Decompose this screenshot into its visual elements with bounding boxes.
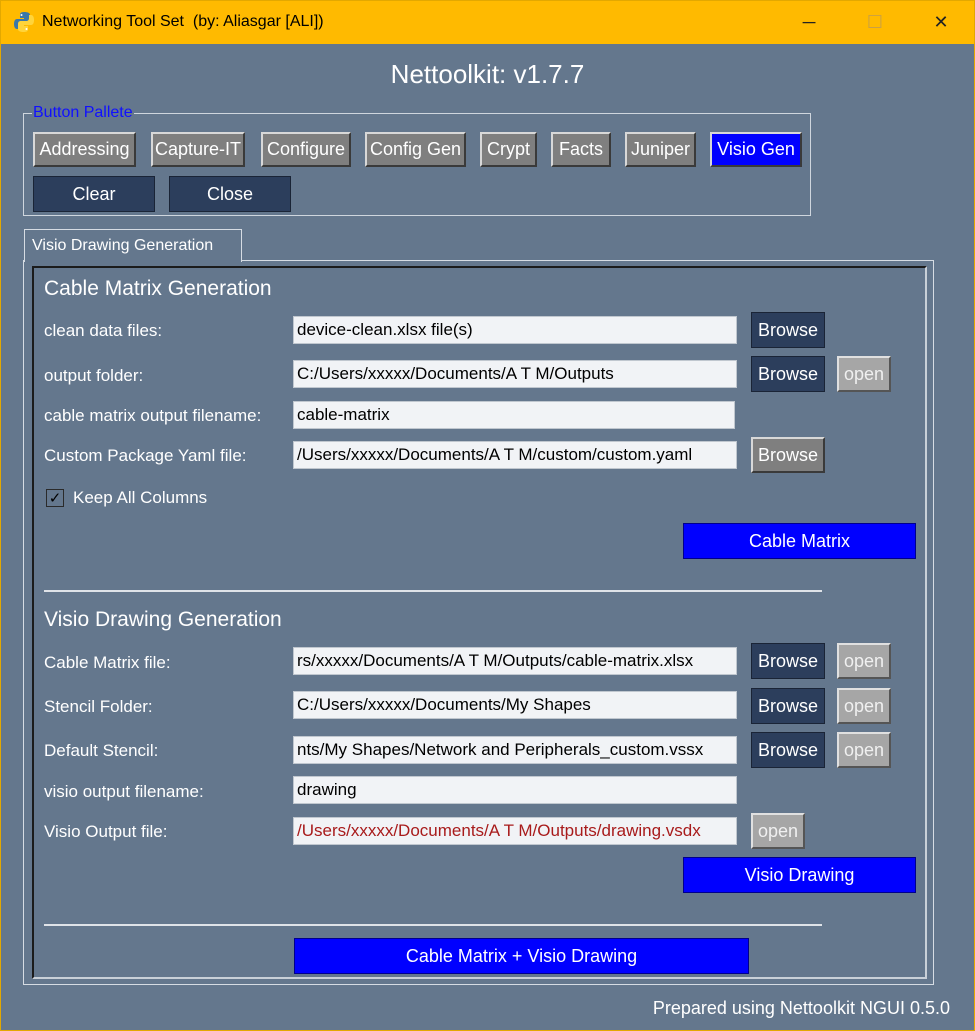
minimize-button[interactable]: ─ <box>777 1 841 44</box>
juniper-button[interactable]: Juniper <box>625 132 696 167</box>
title-bar: Networking Tool Set (by: Aliasgar [ALI])… <box>1 1 974 44</box>
button-palette: Button Pallete Addressing Capture-IT Con… <box>23 104 811 216</box>
default-stencil-open-button[interactable]: open <box>837 732 891 768</box>
python-icon <box>14 12 34 32</box>
section-divider-bottom <box>44 924 822 926</box>
visio-output-filename-label: visio output filename: <box>44 782 204 801</box>
cable-matrix-section-title: Cable Matrix Generation <box>44 277 272 300</box>
default-stencil-browse-button[interactable]: Browse <box>751 732 825 768</box>
cable-matrix-file-open-button[interactable]: open <box>837 643 891 679</box>
output-folder-open-button[interactable]: open <box>837 356 891 392</box>
cable-matrix-visio-drawing-button[interactable]: Cable Matrix + Visio Drawing <box>294 938 749 974</box>
clean-data-browse-button[interactable]: Browse <box>751 312 825 348</box>
cable-matrix-filename-input[interactable]: cable-matrix <box>293 401 735 429</box>
cable-matrix-file-browse-button[interactable]: Browse <box>751 643 825 679</box>
window-title: Networking Tool Set (by: Aliasgar [ALI]) <box>42 13 324 30</box>
output-folder-browse-button[interactable]: Browse <box>751 356 825 392</box>
stencil-folder-browse-button[interactable]: Browse <box>751 688 825 724</box>
tab-visio-drawing-generation[interactable]: Visio Drawing Generation <box>24 229 242 262</box>
custom-yaml-label: Custom Package Yaml file: <box>44 446 247 465</box>
crypt-button[interactable]: Crypt <box>480 132 537 167</box>
section-divider <box>44 590 822 592</box>
default-stencil-label: Default Stencil: <box>44 741 159 760</box>
clean-data-files-input[interactable]: device-clean.xlsx file(s) <box>293 316 737 344</box>
cable-matrix-button[interactable]: Cable Matrix <box>683 523 916 559</box>
visio-drawing-button[interactable]: Visio Drawing <box>683 857 916 893</box>
clear-button[interactable]: Clear <box>33 176 155 212</box>
maximize-button[interactable]: ☐ <box>843 1 907 44</box>
visio-output-file-input[interactable]: /Users/xxxxx/Documents/A T M/Outputs/dra… <box>293 817 737 845</box>
stencil-folder-label: Stencil Folder: <box>44 697 153 716</box>
visio-output-file-open-button[interactable]: open <box>751 813 805 849</box>
cable-matrix-file-input[interactable]: rs/xxxxx/Documents/A T M/Outputs/cable-m… <box>293 647 737 675</box>
config-gen-button[interactable]: Config Gen <box>365 132 466 167</box>
stencil-folder-input[interactable]: C:/Users/xxxxx/Documents/My Shapes <box>293 691 737 719</box>
close-window-button[interactable]: ✕ <box>909 1 973 44</box>
visio-gen-button[interactable]: Visio Gen <box>710 132 802 167</box>
cable-matrix-file-label: Cable Matrix file: <box>44 653 171 672</box>
facts-button[interactable]: Facts <box>551 132 611 167</box>
visio-output-file-label: Visio Output file: <box>44 822 168 841</box>
default-stencil-input[interactable]: nts/My Shapes/Network and Peripherals_cu… <box>293 736 737 764</box>
footer-text: Prepared using Nettoolkit NGUI 0.5.0 <box>652 998 950 1018</box>
app-window: Networking Tool Set (by: Aliasgar [ALI])… <box>0 0 975 1031</box>
capture-it-button[interactable]: Capture-IT <box>151 132 245 167</box>
visio-output-filename-input[interactable]: drawing <box>293 776 737 804</box>
palette-legend: Button Pallete <box>32 104 134 122</box>
clean-data-files-label: clean data files: <box>44 321 163 340</box>
configure-button[interactable]: Configure <box>261 132 351 167</box>
addressing-button[interactable]: Addressing <box>33 132 136 167</box>
close-button[interactable]: Close <box>169 176 291 212</box>
cable-matrix-filename-label: cable matrix output filename: <box>44 406 262 425</box>
app-title: Nettoolkit: v1.7.7 <box>390 59 585 89</box>
output-folder-label: output folder: <box>44 366 144 385</box>
keep-all-columns-label: Keep All Columns <box>73 488 208 507</box>
custom-yaml-input[interactable]: /Users/xxxxx/Documents/A T M/custom/cust… <box>293 441 737 469</box>
custom-yaml-browse-button[interactable]: Browse <box>751 437 825 473</box>
output-folder-input[interactable]: C:/Users/xxxxx/Documents/A T M/Outputs <box>293 360 737 388</box>
stencil-folder-open-button[interactable]: open <box>837 688 891 724</box>
keep-all-columns-checkbox[interactable]: ✓ <box>46 489 64 507</box>
visio-section-title: Visio Drawing Generation <box>44 608 282 631</box>
